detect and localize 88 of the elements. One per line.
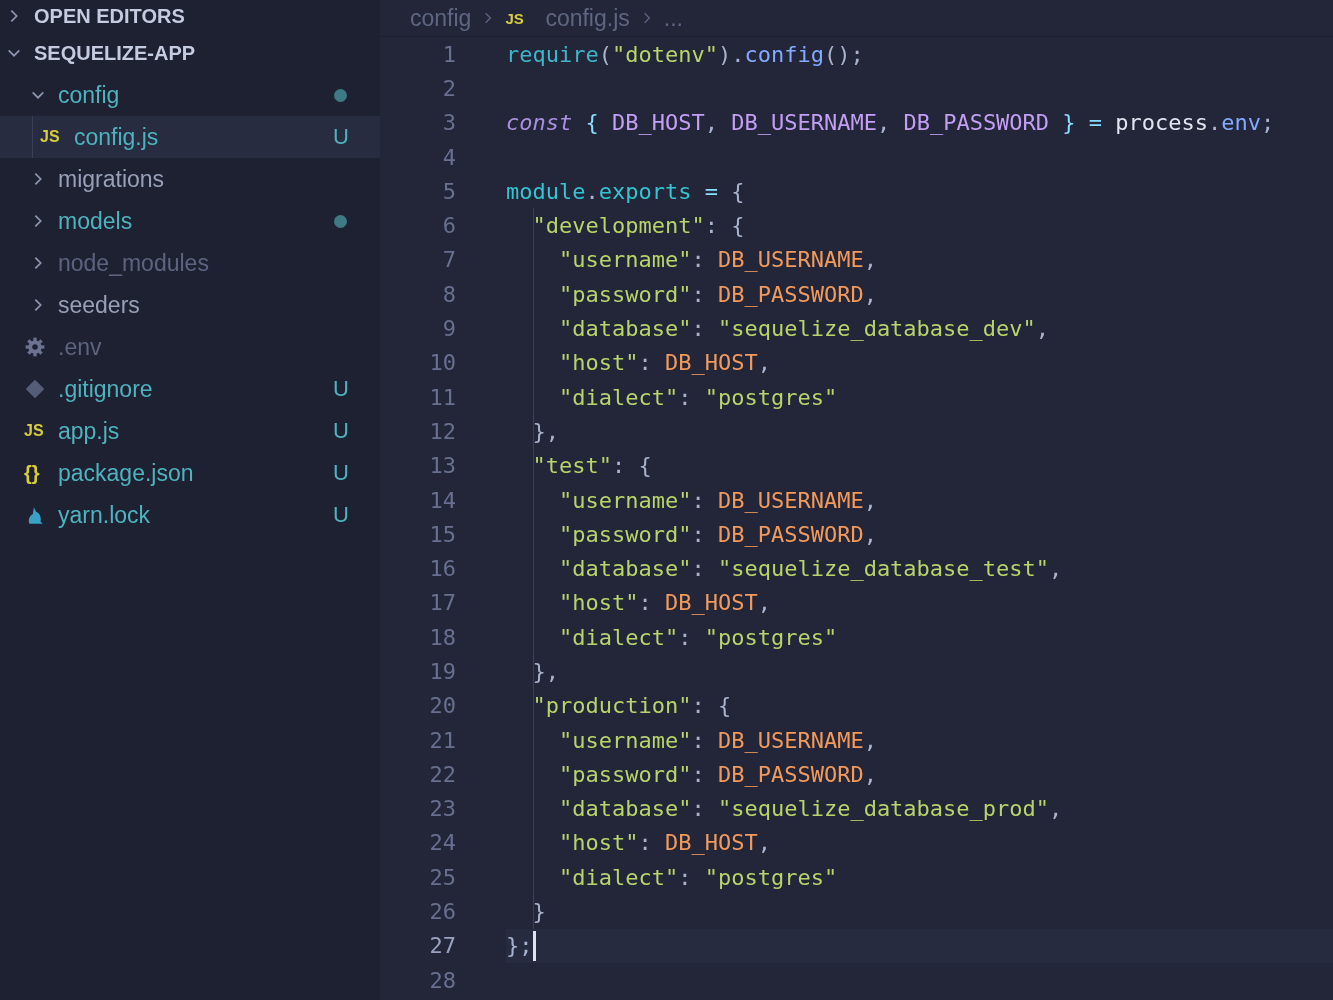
- code-line: "host": DB_HOST,: [557, 350, 771, 376]
- code-line: "host": DB_HOST,: [557, 590, 771, 616]
- code-line: "password": DB_PASSWORD,: [557, 761, 877, 787]
- git-status-letter: U: [332, 418, 350, 444]
- line-number: 2: [441, 75, 456, 101]
- line-number: 20: [428, 693, 456, 719]
- file-name: seeders: [58, 291, 141, 319]
- code-line: "development": {: [531, 213, 745, 239]
- file-name: node_modules: [58, 249, 210, 277]
- line-number: 25: [428, 864, 456, 890]
- code-line: "dialect": "postgres": [557, 384, 838, 410]
- line-number: 1: [441, 41, 456, 67]
- js-file-icon: JS: [40, 128, 62, 146]
- line-number: 27: [428, 933, 456, 959]
- code-line: };: [506, 933, 533, 959]
- text-cursor: [532, 930, 536, 961]
- gear-icon: [24, 336, 46, 358]
- section-header[interactable]: SEQUELIZE-APP: [34, 41, 196, 65]
- code-line: }: [531, 899, 546, 925]
- file-tree-item[interactable]: JS app.js U: [0, 410, 380, 452]
- git-status-letter: U: [332, 460, 350, 486]
- code-line: require("dotenv").config();: [506, 41, 864, 67]
- code-line: "database": "sequelize_database_test",: [557, 556, 1063, 582]
- line-number: 16: [428, 556, 456, 582]
- line-number: 23: [428, 796, 456, 822]
- file-name: .env: [58, 333, 103, 361]
- code-line: },: [531, 659, 559, 684]
- file-tree-item[interactable]: {} package.json U: [0, 452, 380, 494]
- line-number: 6: [441, 213, 456, 239]
- code-line: module.exports = {: [506, 178, 745, 204]
- code-line: const { DB_HOST, DB_USERNAME, DB_PASSWORD } = process.env;: [506, 110, 1275, 136]
- git-status-letter: U: [332, 124, 350, 150]
- file-tree-item[interactable]: migrations: [0, 158, 380, 200]
- line-number: 3: [441, 110, 456, 136]
- file-tree-item[interactable]: config: [0, 74, 380, 116]
- git-status-letter: U: [332, 502, 350, 528]
- line-number: 10: [428, 350, 456, 376]
- code-line: "dialect": "postgres": [557, 624, 838, 650]
- line-number: 9: [441, 316, 456, 341]
- line-number: 7: [441, 247, 456, 273]
- line-number: 26: [428, 899, 456, 925]
- code-line: "database": "sequelize_database_prod",: [557, 796, 1063, 822]
- file-name: config: [58, 81, 121, 109]
- code-line: "username": DB_USERNAME,: [557, 247, 877, 273]
- file-name: .gitignore: [58, 375, 154, 403]
- line-number: 17: [428, 590, 456, 616]
- code-line: "username": DB_USERNAME,: [557, 727, 877, 753]
- git-status-letter: U: [332, 376, 350, 402]
- line-number: 18: [428, 624, 456, 650]
- code-line: "dialect": "postgres": [557, 864, 838, 890]
- file-name: yarn.lock: [58, 501, 152, 529]
- line-number: 22: [428, 761, 456, 787]
- code-line: },: [531, 418, 559, 444]
- line-number: 28: [428, 967, 456, 993]
- line-number: 19: [428, 659, 456, 684]
- code-line: "test": {: [531, 453, 652, 479]
- code-line: "database": "sequelize_database_dev",: [557, 316, 1050, 341]
- line-number: 11: [428, 384, 456, 410]
- file-tree-item[interactable]: .gitignore U: [0, 368, 380, 410]
- file-tree-item[interactable]: yarn.lock U: [0, 494, 380, 536]
- modified-dot-icon: [334, 88, 347, 102]
- json-file-icon: {}: [24, 461, 46, 485]
- line-number: 4: [441, 144, 456, 170]
- file-name: config.js: [74, 123, 160, 151]
- modified-dot-icon: [334, 214, 347, 228]
- code-line: "username": DB_USERNAME,: [557, 487, 877, 513]
- line-number: 13: [428, 453, 456, 479]
- file-tree-item[interactable]: seeders: [0, 284, 380, 326]
- line-number: 15: [428, 521, 456, 547]
- file-name: migrations: [58, 165, 166, 193]
- line-number: 21: [428, 727, 456, 753]
- file-name: package.json: [58, 459, 195, 487]
- line-number: 8: [441, 281, 456, 307]
- file-name: models: [58, 207, 134, 235]
- line-number: 12: [428, 418, 456, 444]
- section-header[interactable]: OPEN EDITORS: [34, 4, 185, 28]
- code-line: "password": DB_PASSWORD,: [557, 281, 877, 307]
- code-line: "password": DB_PASSWORD,: [557, 521, 877, 547]
- code-line: "production": {: [531, 693, 732, 719]
- code-line: "host": DB_HOST,: [557, 830, 771, 856]
- line-number: 14: [428, 487, 456, 513]
- line-number: 24: [428, 830, 456, 856]
- js-file-icon: JS: [505, 9, 528, 27]
- file-tree-item[interactable]: models: [0, 200, 380, 242]
- line-number: 5: [441, 178, 456, 204]
- js-file-icon: JS: [24, 422, 46, 440]
- file-tree-item[interactable]: JS config.js U: [0, 116, 380, 158]
- file-name: app.js: [58, 417, 121, 445]
